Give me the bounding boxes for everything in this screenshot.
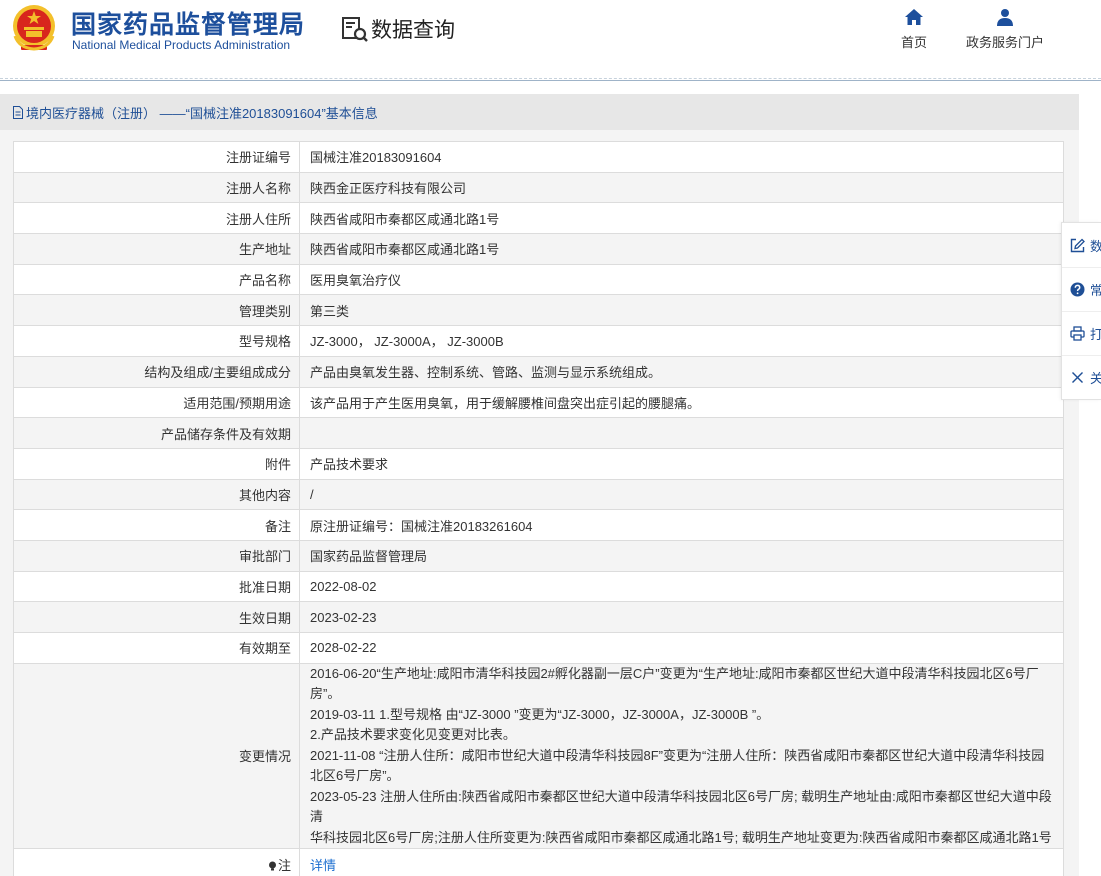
row-label: 注册人名称 [13, 171, 300, 204]
org-name-cn: 国家药品监督管理局 [71, 11, 306, 39]
nav-service-portal[interactable]: 政务服务门户 [964, 8, 1046, 51]
nav-service-portal-label: 政务服务门户 [965, 35, 1044, 50]
row-label: 其他内容 [13, 478, 300, 511]
row-label: 管理类别 [13, 294, 300, 327]
table-row: 适用范围/预期用途 该产品用于产生医用臭氧，用于缓解腰椎间盘突出症引起的腰腿痛。 [13, 386, 1064, 419]
table-row: 生效日期 2023-02-23 [13, 601, 1064, 633]
site-header: 国家药品监督管理局 National Medical Products Admi… [0, 0, 1101, 78]
details-link[interactable]: 详情 [310, 858, 336, 873]
change-line: 2.产品技术要求变化见变更对比表。 [310, 727, 516, 743]
row-value: 2022-08-02 [299, 570, 1064, 603]
nav-home-label: 首页 [900, 35, 927, 50]
note-label-cell: 注 [13, 848, 300, 876]
row-value: JZ-3000， JZ-3000A， JZ-3000B [299, 325, 1064, 357]
float-print-button[interactable]: 打 [1062, 311, 1101, 355]
table-row: 注册证编号 国械注准20183091604 [13, 141, 1064, 173]
row-label: 审批部门 [13, 539, 300, 572]
table-row: 产品名称 医用臭氧治疗仪 [13, 263, 1064, 296]
table-row: 管理类别 第三类 [13, 294, 1064, 327]
row-value: / [299, 478, 1064, 511]
edit-icon [1070, 238, 1085, 252]
table-row: 产品储存条件及有效期 [13, 417, 1064, 449]
row-value: 第三类 [299, 294, 1064, 327]
float-data-button[interactable]: 数 [1062, 223, 1101, 267]
change-line: 2021-11-08 “注册人住所：咸阳市世纪大道中段清华科技园8F”变更为“注… [310, 747, 1045, 763]
row-value: 产品由臭氧发生器、控制系统、管路、监测与显示系统组成。 [299, 355, 1064, 388]
float-close-button[interactable]: 关 [1062, 355, 1101, 399]
nav-home[interactable]: 首页 [898, 8, 930, 51]
bulb-icon [268, 861, 276, 871]
header-divider [0, 78, 1101, 81]
change-line: 2019-03-11 1.型号规格 由“JZ-3000 ”变更为“JZ-3000… [310, 706, 770, 722]
org-name-en: National Medical Products Administration [72, 38, 291, 52]
row-label: 注册人住所 [13, 202, 300, 235]
float-print-label: 打 [1090, 324, 1101, 343]
row-value: 陕西省咸阳市秦都区咸通北路1号 [299, 233, 1064, 265]
change-history-value: 2016-06-20“生产地址:咸阳市清华科技园2#孵化器副一层C户”变更为“生… [299, 662, 1064, 850]
close-icon [1072, 372, 1083, 383]
panel-title: 境内医疗器械（注册） ——“国械注准20183091604”基本信息 [0, 94, 1079, 130]
table-row: 生产地址 陕西省咸阳市秦都区咸通北路1号 [13, 233, 1064, 265]
row-value: 国家药品监督管理局 [299, 539, 1064, 572]
change-line: 2016-06-20“生产地址:咸阳市清华科技园2#孵化器副一层C户”变更为“生… [310, 665, 1039, 681]
row-value: 原注册证编号：国械注准20183261604 [299, 509, 1064, 541]
table-row: 审批部门 国家药品监督管理局 [13, 539, 1064, 572]
change-line: 2023-05-23 注册人住所由:陕西省咸阳市秦都区世纪大道中段清华科技园北区… [310, 788, 1052, 825]
print-icon [1070, 326, 1085, 341]
row-value: 2023-02-23 [299, 601, 1064, 633]
change-history-label: 变更情况 [13, 662, 300, 850]
floating-toolbar: 数 常 打 关 [1061, 222, 1101, 400]
registration-info-table: 注册证编号 国械注准20183091604 注册人名称 陕西金正医疗科技有限公司 注… [13, 141, 1064, 876]
home-icon [905, 9, 923, 25]
row-label: 型号规格 [13, 325, 300, 357]
row-label: 附件 [13, 447, 300, 480]
float-faq-label: 常 [1090, 280, 1101, 299]
row-value: 医用臭氧治疗仪 [299, 263, 1064, 296]
row-value: 2028-02-22 [299, 632, 1064, 664]
row-label: 产品储存条件及有效期 [13, 417, 300, 449]
change-line: 房”。 [310, 686, 341, 702]
table-row: 备注 原注册证编号：国械注准20183261604 [13, 509, 1064, 541]
table-row: 其他内容 / [13, 478, 1064, 511]
row-label: 生产地址 [13, 233, 300, 265]
user-icon [997, 9, 1013, 26]
change-line: 华科技园北区6号厂房;注册人住所变更为:陕西省咸阳市秦都区咸通北路1号; 载明生… [310, 829, 1052, 845]
table-row: 附件 产品技术要求 [13, 447, 1064, 480]
table-row: 型号规格 JZ-3000， JZ-3000A， JZ-3000B [13, 325, 1064, 357]
note-value-cell: 详情 [299, 848, 1064, 876]
note-label: 注 [277, 857, 291, 873]
national-emblem-icon [13, 5, 55, 51]
row-value [299, 417, 1064, 449]
float-close-label: 关 [1090, 368, 1101, 387]
table-row: 注册人名称 陕西金正医疗科技有限公司 [13, 171, 1064, 204]
row-label: 产品名称 [13, 263, 300, 296]
row-value: 该产品用于产生医用臭氧，用于缓解腰椎间盘突出症引起的腰腿痛。 [299, 386, 1064, 419]
data-query-label: 数据查询 [371, 19, 455, 42]
row-value: 产品技术要求 [299, 447, 1064, 480]
row-label: 批准日期 [13, 570, 300, 603]
row-value: 陕西金正医疗科技有限公司 [299, 171, 1064, 204]
row-value: 陕西省咸阳市秦都区咸通北路1号 [299, 202, 1064, 235]
row-label: 备注 [13, 509, 300, 541]
data-query-title: 数据查询 [340, 14, 455, 44]
row-label: 注册证编号 [13, 141, 300, 173]
change-line: 北区6号厂房”。 [310, 768, 400, 784]
change-history-row: 变更情况 2016-06-20“生产地址:咸阳市清华科技园2#孵化器副一层C户”… [13, 662, 1064, 850]
document-search-icon [342, 17, 368, 42]
table-row: 有效期至 2028-02-22 [13, 632, 1064, 664]
table-row: 批准日期 2022-08-02 [13, 570, 1064, 603]
float-data-label: 数 [1090, 238, 1101, 254]
row-label: 生效日期 [13, 601, 300, 633]
document-icon [13, 105, 23, 119]
table-row: 结构及组成/主要组成成分 产品由臭氧发生器、控制系统、管路、监测与显示系统组成。 [13, 355, 1064, 388]
help-icon [1070, 282, 1085, 297]
note-row: 注 详情 [13, 848, 1064, 876]
row-label: 适用范围/预期用途 [13, 386, 300, 419]
float-faq-button[interactable]: 常 [1062, 267, 1101, 311]
row-label: 有效期至 [13, 632, 300, 664]
row-label: 结构及组成/主要组成成分 [13, 355, 300, 388]
row-value: 国械注准20183091604 [299, 141, 1064, 173]
panel-title-text: 境内医疗器械（注册） ——“国械注准20183091604”基本信息 [26, 105, 378, 121]
table-row: 注册人住所 陕西省咸阳市秦都区咸通北路1号 [13, 202, 1064, 235]
